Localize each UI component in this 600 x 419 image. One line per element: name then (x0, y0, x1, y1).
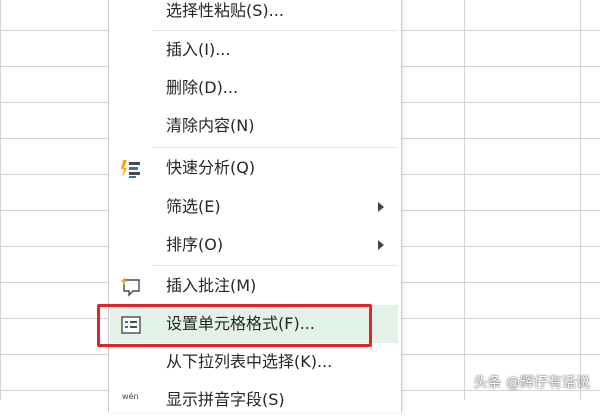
menu-item-insert-comment[interactable]: 插入批注(M) (110, 267, 398, 305)
menu-item-label: 排序(O) (166, 235, 224, 254)
menu-item-label: 插入批注(M) (166, 276, 257, 295)
menu-item-paste-special[interactable]: 选择性粘贴(S)... (110, 0, 398, 30)
new-comment-icon (120, 276, 142, 298)
menu-separator (153, 265, 397, 266)
menu-item-label: 插入(I)... (166, 40, 231, 59)
watermark: 头条 @辉仔有话说 (473, 375, 590, 391)
quick-analysis-icon (120, 158, 142, 180)
menu-item-label: 显示拼音字段(S) (166, 390, 285, 409)
menu-item-clear-contents[interactable]: 清除内容(N) (110, 107, 398, 145)
menu-item-quick-analysis[interactable]: 快速分析(Q) (110, 149, 398, 187)
menu-item-label: 删除(D)... (166, 78, 239, 97)
menu-item-label: 清除内容(N) (166, 116, 255, 135)
menu-item-label: 快速分析(Q) (166, 158, 256, 177)
submenu-arrow-icon (378, 202, 384, 212)
menu-item-label: 从下拉列表中选择(K)... (166, 352, 333, 371)
context-menu: 选择性粘贴(S)... 插入(I)... 删除(D)... 清除内容(N) 快速… (108, 0, 402, 412)
menu-item-delete[interactable]: 删除(D)... (110, 69, 398, 107)
highlight-box (97, 304, 372, 347)
menu-item-filter[interactable]: 筛选(E) (110, 188, 398, 226)
menu-item-label: 筛选(E) (166, 197, 221, 216)
menu-item-insert[interactable]: 插入(I)... (110, 31, 398, 69)
menu-item-sort[interactable]: 排序(O) (110, 226, 398, 264)
phonetic-icon: wén (120, 390, 142, 412)
submenu-arrow-icon (378, 240, 384, 250)
menu-separator (153, 147, 397, 148)
menu-item-pick-from-dropdown[interactable]: 从下拉列表中选择(K)... (110, 343, 398, 381)
menu-item-label: 选择性粘贴(S)... (166, 1, 284, 20)
menu-item-show-phonetic[interactable]: wén 显示拼音字段(S) (110, 381, 398, 419)
